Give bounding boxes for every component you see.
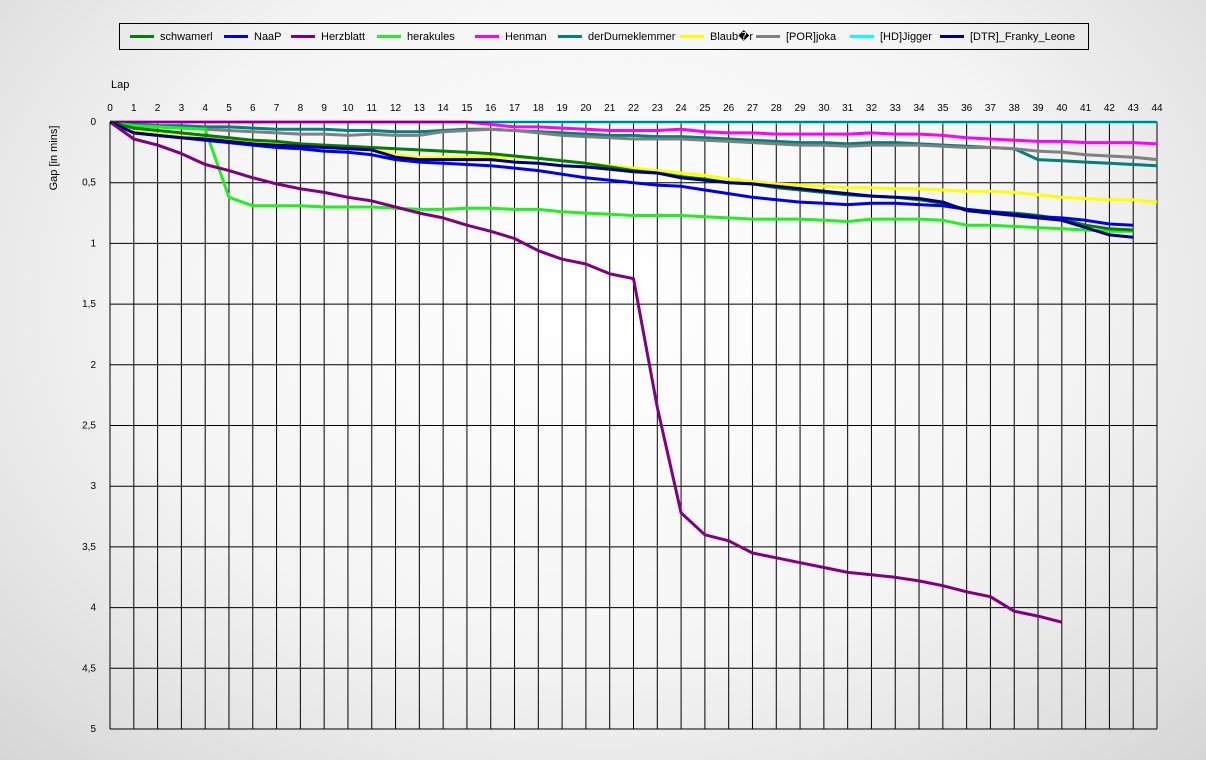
x-tick-label: 42	[1104, 103, 1116, 114]
x-tick-label: 35	[937, 103, 949, 114]
legend-swatch	[377, 35, 401, 38]
x-tick-label: 33	[890, 103, 902, 114]
legend-item: derDumeklemmer	[558, 24, 675, 49]
y-tick-label: 0	[90, 117, 96, 128]
x-tick-label: 23	[652, 103, 664, 114]
x-tick-label: 30	[818, 103, 830, 114]
legend-label: [DTR]_Franky_Leone	[970, 30, 1076, 43]
x-axis-title: Lap	[111, 79, 129, 91]
x-tick-label: 16	[485, 103, 497, 114]
y-tick-label: 2	[90, 360, 96, 371]
chart-canvas: 0 1 2 3 4 5 6 7 8 9 10 11 12 13 14 15 16 17 18 19 20 21 22 23 24…	[48, 79, 1163, 735]
legend-swatch	[130, 35, 154, 38]
legend-item: herakules	[377, 24, 455, 49]
x-tick-label: 25	[699, 103, 711, 114]
y-tick-label: 5	[90, 724, 96, 735]
legend-label: [HD]Jigger	[880, 30, 932, 43]
y-tick-label: 0,5	[82, 178, 96, 189]
legend-item: schwamerl	[130, 24, 213, 49]
x-tick-label: 12	[390, 103, 402, 114]
x-tick-label: 2	[155, 103, 161, 114]
x-tick-label: 29	[795, 103, 807, 114]
legend-item: [DTR]_Franky_Leone	[940, 24, 1075, 49]
y-tick-label: 1,5	[82, 299, 96, 310]
x-tick-label: 36	[961, 103, 973, 114]
x-tick-label: 38	[1009, 103, 1021, 114]
legend-label: Henman	[505, 30, 547, 43]
y-tick-label: 1	[90, 238, 96, 249]
x-tick-label: 21	[604, 103, 616, 114]
x-tick-label: 32	[866, 103, 878, 114]
legend-swatch	[850, 35, 874, 38]
legend-label: schwamerl	[160, 30, 213, 43]
y-tick-label: 4	[90, 603, 96, 614]
legend-item: Henman	[475, 24, 547, 49]
x-tick-label: 4	[202, 103, 208, 114]
legend-item: NaaP	[224, 24, 282, 49]
x-tick-label: 10	[342, 103, 354, 114]
legend-swatch	[558, 35, 582, 38]
x-tick-label: 41	[1080, 103, 1092, 114]
x-tick-label: 31	[842, 103, 854, 114]
legend-label: [POR]joka	[786, 30, 837, 43]
legend-label: herakules	[407, 30, 455, 43]
x-tick-label: 24	[676, 103, 688, 114]
legend-label: derDumeklemmer	[588, 30, 676, 43]
legend-label: Herzblatt	[321, 30, 366, 43]
legend: schwamerl NaaP Herzblatt herakules Henman der…	[119, 23, 1089, 50]
x-tick-label: 8	[298, 103, 304, 114]
y-axis-title: Gap [in mins]	[48, 126, 60, 191]
y-tick-label: 2,5	[82, 421, 96, 432]
x-tick-label: 5	[226, 103, 232, 114]
x-tick-label: 3	[179, 103, 185, 114]
legend-label: Blaub�r	[710, 31, 754, 43]
x-tick-label: 11	[367, 103, 378, 114]
legend-swatch	[291, 35, 315, 38]
legend-swatch	[940, 35, 964, 38]
x-tick-label: 17	[509, 103, 521, 114]
x-tick-label: 0	[107, 103, 113, 114]
x-tick-label: 19	[557, 103, 569, 114]
x-tick-label: 15	[461, 103, 473, 114]
x-tick-label: 1	[131, 103, 137, 114]
x-tick-label: 34	[913, 103, 925, 114]
x-tick-label: 18	[533, 103, 545, 114]
x-tick-label: 20	[580, 103, 592, 114]
legend-item: [POR]joka	[756, 24, 836, 49]
x-tick-label: 40	[1056, 103, 1068, 114]
legend-swatch	[756, 35, 780, 38]
x-tick-labels: 0 1 2 3 4 5 6 7 8 9 10 11 12 13 14 15 16 17 18 19 20 21 22 23 24…	[107, 103, 1163, 114]
legend-swatch	[680, 35, 704, 38]
legend-swatch	[224, 35, 248, 38]
x-tick-label: 37	[985, 103, 997, 114]
x-tick-label: 14	[438, 103, 450, 114]
x-tick-label: 9	[321, 103, 327, 114]
x-tick-label: 43	[1128, 103, 1140, 114]
legend-item: Blaub�r	[680, 24, 753, 49]
legend-swatch	[475, 35, 499, 38]
x-tick-label: 39	[1032, 103, 1044, 114]
x-tick-label: 28	[771, 103, 783, 114]
y-tick-labels: 0 0,5 1 1,5 2 2,5 3 3,5 4 4,5 5	[82, 117, 96, 735]
y-tick-label: 4,5	[82, 663, 96, 674]
x-tick-label: 22	[628, 103, 640, 114]
x-tick-label: 44	[1151, 103, 1163, 114]
y-tick-label: 3,5	[82, 542, 96, 553]
x-tick-label: 26	[723, 103, 735, 114]
x-tick-label: 27	[747, 103, 759, 114]
x-tick-label: 13	[414, 103, 426, 114]
legend-item: Herzblatt	[291, 24, 365, 49]
x-tick-label: 6	[250, 103, 256, 114]
legend-item: [HD]Jigger	[850, 24, 932, 49]
x-tick-label: 7	[274, 103, 280, 114]
legend-label: NaaP	[254, 30, 282, 43]
y-tick-label: 3	[90, 481, 96, 492]
